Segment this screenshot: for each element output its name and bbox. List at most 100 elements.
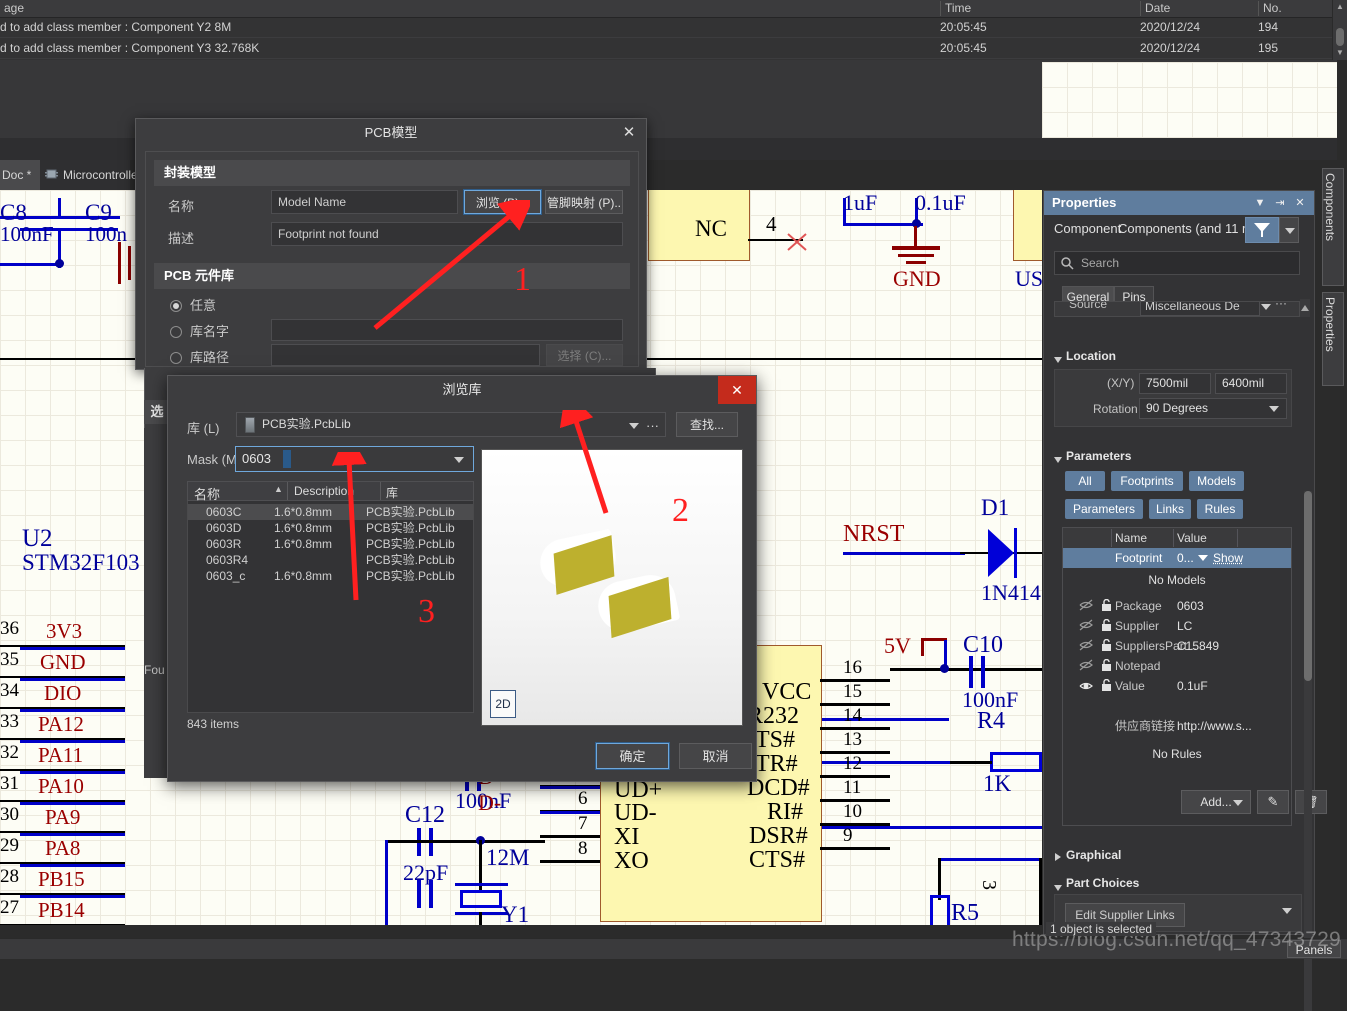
filter-footprints-button[interactable]: Footprints <box>1111 471 1183 491</box>
filter-links-button[interactable]: Links <box>1149 499 1191 519</box>
chevron-down-icon[interactable] <box>629 423 639 429</box>
visible-eye-icon[interactable] <box>1079 680 1093 695</box>
properties-panel[interactable]: Properties ▼ ⇥ ✕ Component Components (a… <box>1043 190 1327 1011</box>
column-library[interactable]: 库 <box>386 484 398 501</box>
radio-library-path[interactable] <box>170 352 182 364</box>
table-row[interactable]: Notepad <box>1063 656 1291 676</box>
log-col-no[interactable]: No. <box>1258 1 1333 16</box>
hidden-eye-icon[interactable] <box>1079 599 1093 614</box>
properties-scroll-up[interactable] <box>1300 299 1310 317</box>
hidden-eye-icon[interactable] <box>1079 619 1093 634</box>
diode-symbol[interactable] <box>986 527 1022 579</box>
library-path-input[interactable] <box>271 344 540 366</box>
resistor-r4-symbol[interactable] <box>990 752 1042 772</box>
filter-all-button[interactable]: All <box>1065 471 1105 491</box>
column-divider[interactable] <box>287 482 288 500</box>
unlock-icon[interactable] <box>1101 678 1112 695</box>
search-input[interactable]: Search <box>1054 251 1300 275</box>
source-combobox[interactable]: Miscellaneous De <box>1140 302 1260 316</box>
filter-parameters-button[interactable]: Parameters <box>1065 499 1143 519</box>
filter-models-button[interactable]: Models <box>1189 471 1244 491</box>
tab-doc[interactable]: Doc * <box>0 160 40 190</box>
radio-any[interactable] <box>170 300 182 312</box>
chevron-down-icon[interactable]: ▼ <box>1252 195 1268 211</box>
pin-panel-icon[interactable]: ⇥ <box>1272 195 1288 211</box>
log-col-time[interactable]: Time <box>940 1 1075 16</box>
table-row[interactable]: Value 0.1uF <box>1063 676 1291 696</box>
log-row[interactable]: d to add class member : Component Y3 32.… <box>0 38 1347 59</box>
edit-button[interactable]: ✎ <box>1257 790 1289 814</box>
schematic-sheet-top[interactable] <box>1042 62 1337 138</box>
filter-dropdown-button[interactable] <box>1279 217 1299 243</box>
component-body-usb[interactable] <box>1013 190 1042 261</box>
close-icon[interactable]: ✕ <box>1292 195 1308 211</box>
column-divider[interactable] <box>1237 529 1238 547</box>
x-coordinate-input[interactable]: 7500mil <box>1139 373 1211 394</box>
chevron-down-icon[interactable] <box>1054 357 1062 363</box>
chevron-down-icon[interactable] <box>1269 406 1279 412</box>
param-value[interactable]: 0.1uF <box>1177 676 1208 696</box>
crystal-symbol[interactable] <box>460 890 502 908</box>
y-coordinate-input[interactable]: 6400mil <box>1215 373 1287 394</box>
unlock-icon[interactable] <box>1101 658 1112 675</box>
scroll-down-icon[interactable]: ▼ <box>1333 47 1347 59</box>
scroll-up-icon[interactable]: ▲ <box>1333 1 1347 13</box>
chevron-down-icon[interactable] <box>1054 885 1062 891</box>
hidden-eye-icon[interactable] <box>1079 659 1093 674</box>
table-row[interactable]: SuppliersPart... C15849 <box>1063 636 1291 656</box>
chevron-right-icon[interactable] <box>1055 853 1061 861</box>
rotation-combobox[interactable]: 90 Degrees <box>1139 398 1287 419</box>
chevron-down-icon[interactable] <box>454 457 464 463</box>
table-row-footprint[interactable]: Footprint 0... Show <box>1063 548 1291 568</box>
table-row[interactable]: Supplier LC <box>1063 616 1291 636</box>
supplier-link-value[interactable]: http://www.s... <box>1177 716 1252 736</box>
chevron-down-icon[interactable] <box>1198 555 1208 561</box>
message-log-scrollbar[interactable]: ▲ ▼ <box>1332 0 1347 60</box>
dock-tab-properties[interactable]: Properties <box>1322 292 1344 386</box>
chevron-down-icon[interactable] <box>1054 457 1062 463</box>
log-col-message[interactable]: age <box>0 1 904 16</box>
find-button[interactable]: 查找... <box>676 412 738 437</box>
table-row[interactable]: Package 0603 <box>1063 596 1291 616</box>
unlock-icon[interactable] <box>1101 618 1112 635</box>
view-mode-button-2d[interactable]: 2D <box>490 690 516 718</box>
radio-library-name[interactable] <box>170 326 182 338</box>
resistor-r5-symbol[interactable] <box>930 895 950 925</box>
close-icon[interactable]: ✕ <box>618 122 640 144</box>
table-row-supplier-link[interactable]: 供应商链接 http://www.s... <box>1063 716 1291 736</box>
chevron-down-icon[interactable] <box>1282 908 1292 914</box>
tab-microcontroller[interactable]: Microcontrolle <box>40 160 138 190</box>
mask-input-value[interactable]: 0603 <box>242 447 271 471</box>
add-button[interactable]: Add... <box>1181 790 1251 814</box>
source-ellipsis-button[interactable]: ··· <box>1275 302 1287 310</box>
scrollbar-thumb[interactable] <box>1304 491 1312 681</box>
param-value[interactable]: C15849 <box>1177 636 1219 656</box>
param-value[interactable]: 0603 <box>1177 596 1204 616</box>
column-divider[interactable] <box>380 482 381 500</box>
log-row[interactable]: d to add class member : Component Y2 8M … <box>0 17 1347 38</box>
browse-library-dialog[interactable]: 浏览库 ✕ 库 (L) PCB实验.PcbLib ··· 查找... Mask … <box>167 375 757 782</box>
ok-button[interactable]: 确定 <box>595 742 670 770</box>
footprint-show-link[interactable]: Show <box>1213 548 1243 568</box>
column-divider[interactable] <box>1173 529 1174 547</box>
pin-map-button[interactable]: 管脚映射 (P).. <box>545 190 623 214</box>
hidden-eye-icon[interactable] <box>1079 639 1093 654</box>
filter-rules-button[interactable]: Rules <box>1197 499 1243 519</box>
scrollbar-thumb[interactable] <box>1336 28 1344 46</box>
unlock-icon[interactable] <box>1101 598 1112 615</box>
log-col-date[interactable]: Date <box>1140 1 1265 16</box>
param-value[interactable]: LC <box>1177 616 1192 636</box>
cancel-button[interactable]: 取消 <box>679 743 752 769</box>
dock-tab-components[interactable]: Components <box>1322 168 1344 286</box>
column-name[interactable]: Name <box>1115 528 1147 548</box>
column-value[interactable]: Value <box>1177 528 1207 548</box>
chevron-down-icon[interactable] <box>1261 304 1271 310</box>
choose-button[interactable]: 选择 (C)... <box>546 344 623 366</box>
parameters-table[interactable]: Name Value Footprint 0... Show No Models… <box>1062 527 1327 826</box>
close-icon[interactable]: ✕ <box>718 376 756 404</box>
unlock-icon[interactable] <box>1101 638 1112 655</box>
footprint-value[interactable]: 0... <box>1177 548 1194 568</box>
column-divider[interactable] <box>1111 529 1112 547</box>
library-ellipsis-button[interactable]: ··· <box>646 418 659 433</box>
filter-icon-button[interactable] <box>1245 217 1279 243</box>
